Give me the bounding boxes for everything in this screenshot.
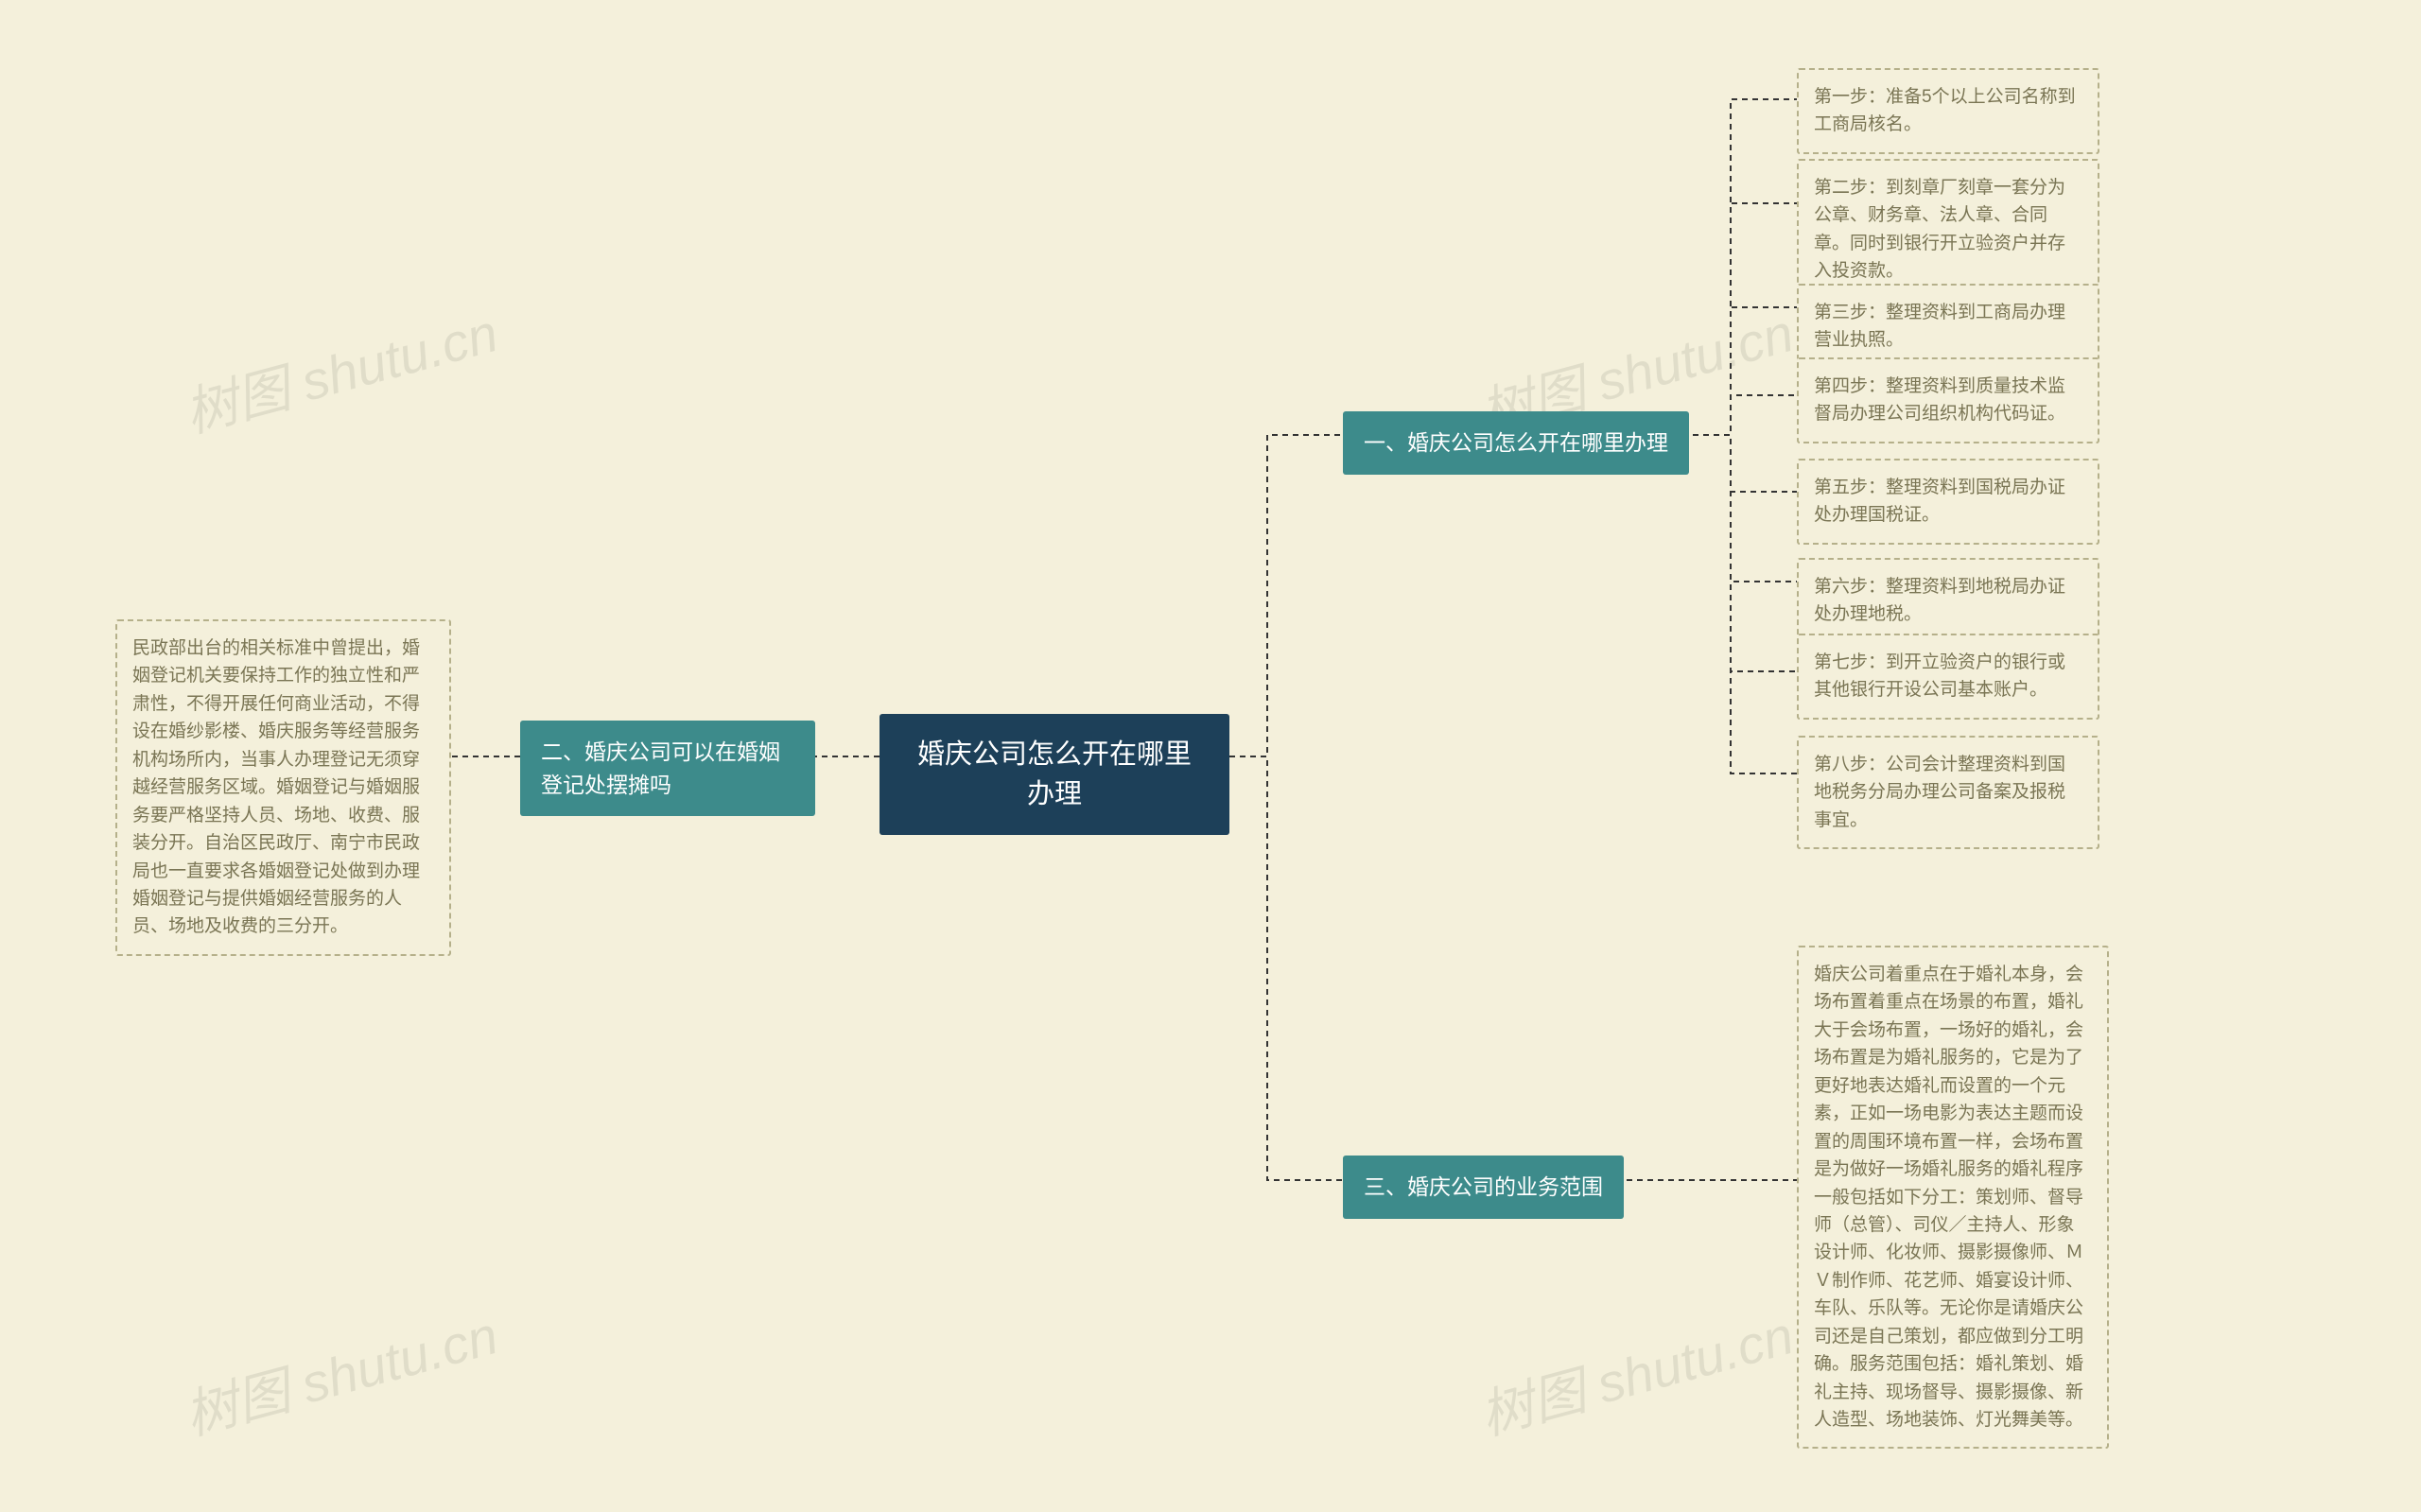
branch-1-step-6[interactable]: 第六步：整理资料到地税局办证处办理地税。 — [1797, 558, 2099, 644]
watermark: 树图 shutu.cn — [175, 1293, 505, 1450]
branch-1-step-4[interactable]: 第四步：整理资料到质量技术监督局办理公司组织机构代码证。 — [1797, 357, 2099, 443]
watermark: 树图 shutu.cn — [175, 290, 505, 447]
branch-2[interactable]: 二、婚庆公司可以在婚姻登记处摆摊吗 — [520, 721, 815, 816]
branch-1-step-7[interactable]: 第七步：到开立验资户的银行或其他银行开设公司基本账户。 — [1797, 634, 2099, 720]
branch-3-detail-text: 婚庆公司着重点在于婚礼本身，会场布置着重点在场景的布置，婚礼大于会场布置，一场好… — [1814, 965, 2083, 1430]
watermark: 树图 shutu.cn — [1471, 1293, 1801, 1450]
branch-2-title: 二、婚庆公司可以在婚姻登记处摆摊吗 — [541, 739, 780, 797]
branch-1-step-8[interactable]: 第八步：公司会计整理资料到国地税务分局办理公司备案及报税事宜。 — [1797, 736, 2099, 849]
branch-1-step-2[interactable]: 第二步：到刻章厂刻章一套分为公章、财务章、法人章、合同章。同时到银行开立验资户并… — [1797, 159, 2099, 301]
branch-1-step-3-text: 第三步：整理资料到工商局办理营业执照。 — [1814, 303, 2065, 350]
branch-1-title: 一、婚庆公司怎么开在哪里办理 — [1364, 430, 1668, 455]
branch-2-detail-text: 民政部出台的相关标准中曾提出，婚姻登记机关要保持工作的独立性和严肃性，不得开展任… — [132, 638, 420, 936]
branch-1-step-4-text: 第四步：整理资料到质量技术监督局办理公司组织机构代码证。 — [1814, 376, 2065, 424]
branch-1-step-6-text: 第六步：整理资料到地税局办证处办理地税。 — [1814, 577, 2065, 624]
branch-3-title: 三、婚庆公司的业务范围 — [1364, 1174, 1603, 1199]
branch-1-step-8-text: 第八步：公司会计整理资料到国地税务分局办理公司备案及报税事宜。 — [1814, 755, 2065, 830]
root-title: 婚庆公司怎么开在哪里办理 — [917, 739, 1192, 809]
branch-2-detail[interactable]: 民政部出台的相关标准中曾提出，婚姻登记机关要保持工作的独立性和严肃性，不得开展任… — [115, 619, 451, 956]
branch-1-step-2-text: 第二步：到刻章厂刻章一套分为公章、财务章、法人章、合同章。同时到银行开立验资户并… — [1814, 178, 2065, 281]
branch-1-step-7-text: 第七步：到开立验资户的银行或其他银行开设公司基本账户。 — [1814, 652, 2065, 700]
branch-1-step-1[interactable]: 第一步：准备5个以上公司名称到工商局核名。 — [1797, 68, 2099, 154]
branch-1-step-5-text: 第五步：整理资料到国税局办证处办理国税证。 — [1814, 478, 2065, 525]
branch-3-detail[interactable]: 婚庆公司着重点在于婚礼本身，会场布置着重点在场景的布置，婚礼大于会场布置，一场好… — [1797, 946, 2109, 1449]
branch-1[interactable]: 一、婚庆公司怎么开在哪里办理 — [1343, 411, 1689, 475]
branch-1-step-5[interactable]: 第五步：整理资料到国税局办证处办理国税证。 — [1797, 459, 2099, 545]
branch-1-step-1-text: 第一步：准备5个以上公司名称到工商局核名。 — [1814, 87, 2076, 134]
root-node[interactable]: 婚庆公司怎么开在哪里办理 — [880, 714, 1229, 835]
branch-3[interactable]: 三、婚庆公司的业务范围 — [1343, 1156, 1624, 1219]
